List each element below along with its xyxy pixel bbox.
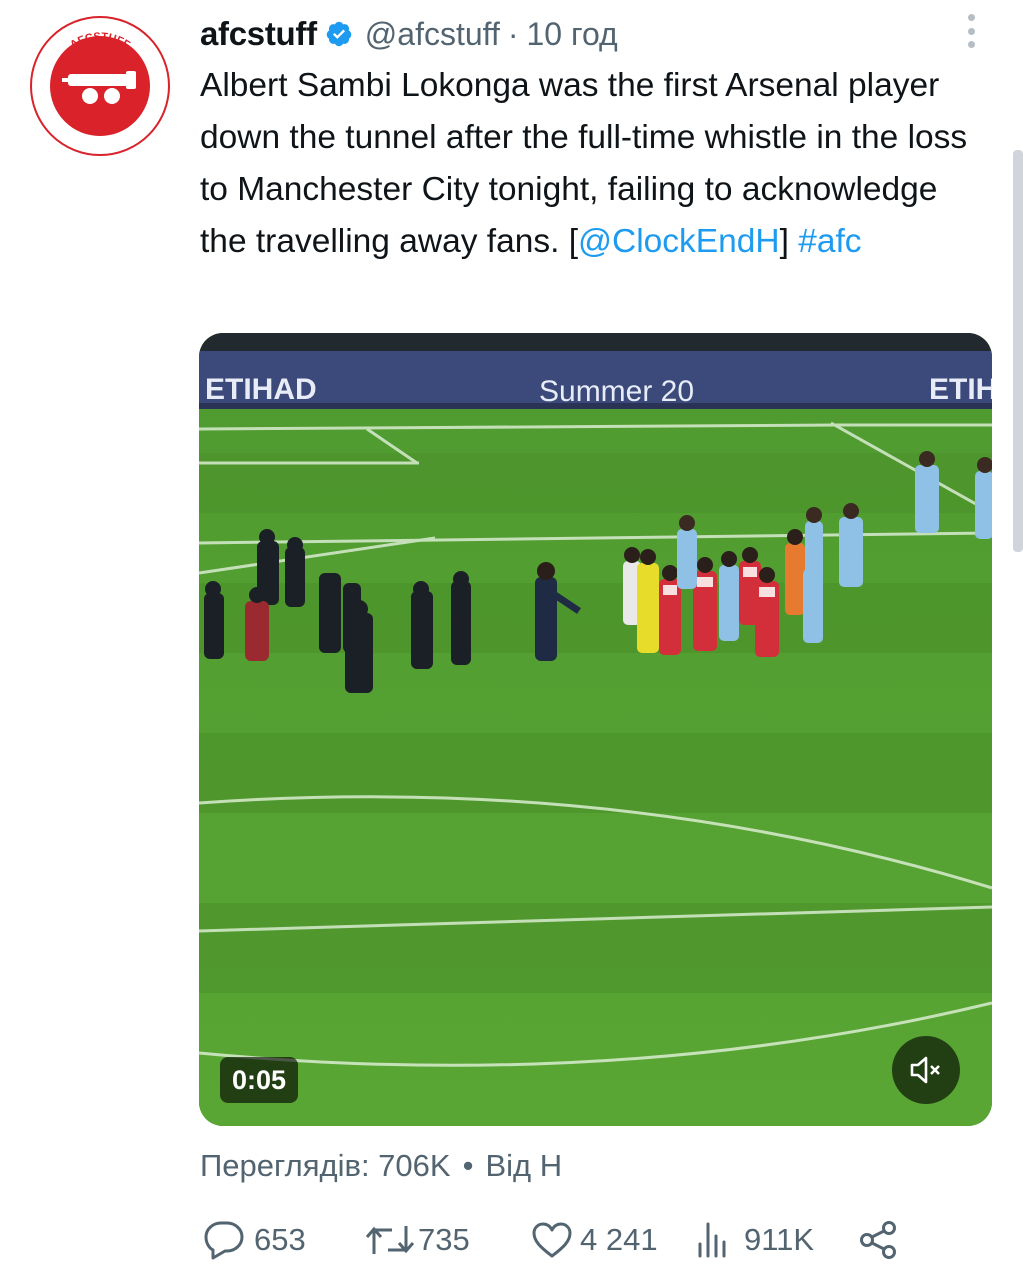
- hashtag-link[interactable]: #afc: [798, 223, 861, 260]
- tweet-time[interactable]: 10 год: [527, 16, 618, 53]
- views-separator: •: [462, 1148, 474, 1183]
- heart-icon: [530, 1220, 574, 1260]
- ad-board-left: ETIHAD: [205, 373, 317, 406]
- more-options-icon[interactable]: [962, 14, 980, 48]
- avatar[interactable]: AFCSTUFF: [30, 16, 170, 156]
- scrollbar[interactable]: [1013, 150, 1023, 552]
- reply-icon: [202, 1219, 246, 1261]
- mention-link[interactable]: @ClockEndH: [578, 223, 780, 260]
- views-button[interactable]: 911K: [694, 1214, 814, 1266]
- retweet-icon: [364, 1220, 416, 1260]
- author-handle[interactable]: @afcstuff: [365, 16, 500, 53]
- ad-board-center: Summer 20: [539, 375, 694, 408]
- author-name[interactable]: afcstuff: [200, 15, 317, 53]
- video-duration: 0:05: [220, 1057, 299, 1103]
- bar-chart-icon: [694, 1220, 734, 1260]
- header-separator: ·: [507, 15, 519, 52]
- tweet-header: afcstuff @afcstuff · 10 год: [200, 12, 618, 56]
- views-count[interactable]: Переглядів: 706K: [200, 1148, 451, 1183]
- ad-board-right: ETIHAD: [929, 373, 992, 406]
- views-action-count: 911K: [744, 1222, 815, 1257]
- action-bar: 653 735 4 241 911K: [200, 1214, 910, 1266]
- tweet-body-after: ]: [779, 223, 799, 260]
- video-frame: ETIHAD Summer 20 ETIHAD: [199, 333, 992, 1126]
- like-button[interactable]: 4 241: [530, 1214, 658, 1266]
- tweet-text: Albert Sambi Lokonga was the first Arsen…: [200, 60, 990, 268]
- reply-count: 653: [254, 1222, 306, 1257]
- share-icon: [858, 1219, 900, 1261]
- views-row: Переглядів: 706K • Від Н: [200, 1148, 562, 1184]
- video-player[interactable]: ETIHAD Summer 20 ETIHAD: [199, 333, 992, 1126]
- retweet-count: 735: [418, 1222, 470, 1257]
- reply-button[interactable]: 653: [202, 1214, 306, 1266]
- source-label[interactable]: Від Н: [485, 1148, 562, 1183]
- speaker-muted-icon[interactable]: [892, 1036, 960, 1104]
- retweet-button[interactable]: 735: [364, 1214, 470, 1266]
- like-count: 4 241: [580, 1222, 658, 1257]
- verified-badge-icon: [325, 20, 353, 48]
- share-button[interactable]: [858, 1214, 900, 1266]
